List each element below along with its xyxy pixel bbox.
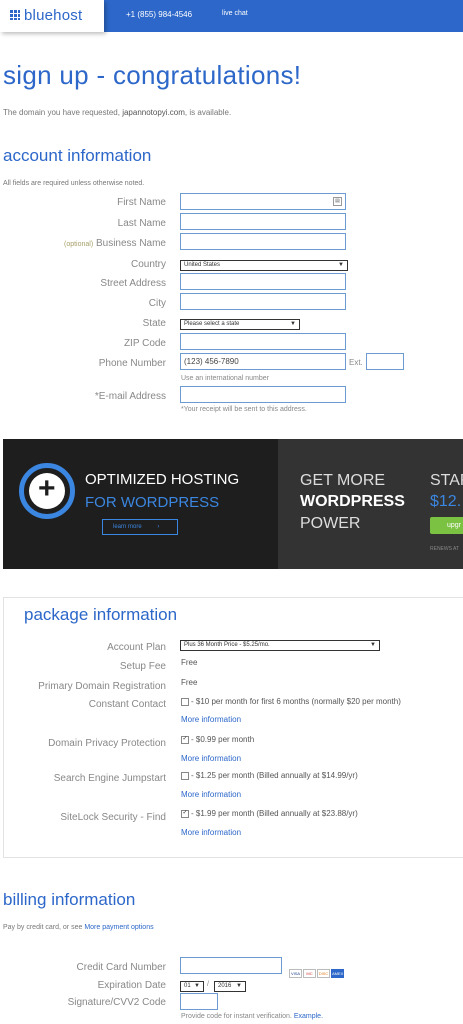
account-heading: account information bbox=[3, 146, 152, 165]
ext-input[interactable] bbox=[366, 353, 404, 370]
page-title: sign up - congratulations! bbox=[3, 60, 302, 90]
domain-privacy-option[interactable]: ✓ - $0.99 per month bbox=[181, 735, 254, 744]
live-chat-link[interactable]: live chat bbox=[222, 10, 248, 17]
expiration-label: Expiration Date bbox=[97, 980, 166, 991]
country-label: Country bbox=[130, 259, 166, 270]
banner-power: POWER bbox=[300, 515, 361, 532]
domain-name: japannotopyi.com bbox=[122, 108, 185, 117]
exp-separator: / bbox=[207, 981, 209, 988]
package-heading: package information bbox=[24, 605, 178, 624]
logo-text: bluehost bbox=[24, 7, 83, 24]
phone-input[interactable]: (123) 456-7890 bbox=[180, 353, 346, 370]
account-plan-label: Account Plan bbox=[107, 642, 166, 653]
last-name-input[interactable] bbox=[180, 213, 346, 230]
email-label: *E-mail Address bbox=[94, 391, 166, 402]
setup-fee-value: Free bbox=[181, 658, 198, 667]
card-logos: VISA MC DISC AMEX bbox=[289, 962, 347, 978]
ext-label: Ext. bbox=[349, 358, 363, 367]
checkbox-checked-icon: ✓ bbox=[181, 735, 189, 744]
intl-number-hint[interactable]: Use an international number bbox=[181, 375, 269, 382]
cvv-label: Signature/CVV2 Code bbox=[67, 997, 166, 1008]
learn-more-button[interactable]: learn more › bbox=[102, 519, 178, 535]
primary-domain-value: Free bbox=[181, 678, 198, 687]
checkbox-unchecked-icon bbox=[181, 771, 189, 780]
sitelock-option[interactable]: ✓ - $1.99 per month (Billed annually at $… bbox=[181, 809, 358, 818]
phone-number[interactable]: +1 (855) 984-4546 bbox=[126, 10, 192, 19]
dropdown-arrow-icon: ▼ bbox=[338, 262, 344, 268]
constant-contact-option[interactable]: - $10 per month for first 6 months (norm… bbox=[181, 697, 401, 706]
discover-icon: DISC bbox=[317, 969, 330, 978]
banner-wordpress: WORDPRESS bbox=[300, 493, 405, 510]
state-select[interactable]: Please select a state ▼ bbox=[180, 319, 300, 330]
upgrade-button[interactable]: upgr bbox=[430, 517, 463, 534]
setup-fee-label: Setup Fee bbox=[119, 661, 166, 672]
cvv-example-link[interactable]: Example. bbox=[294, 1013, 323, 1020]
sitelock-label: SiteLock Security - Find bbox=[60, 812, 166, 823]
autofill-icon: ▤ bbox=[333, 197, 342, 206]
constant-contact-label: Constant Contact bbox=[88, 699, 166, 710]
chevron-right-icon: › bbox=[157, 524, 160, 530]
street-input[interactable] bbox=[180, 273, 346, 290]
domain-privacy-label: Domain Privacy Protection bbox=[48, 738, 166, 749]
more-payment-options-link[interactable]: More payment options bbox=[84, 924, 153, 931]
zip-label: ZIP Code bbox=[123, 338, 166, 349]
dropdown-arrow-icon: ▼ bbox=[290, 321, 296, 327]
cvv-hint: Provide code for instant verification. E… bbox=[181, 1013, 324, 1020]
city-input[interactable] bbox=[180, 293, 346, 310]
country-select[interactable]: United States ▼ bbox=[180, 260, 348, 271]
checkbox-checked-icon: ✓ bbox=[181, 809, 189, 818]
amex-icon: AMEX bbox=[331, 969, 344, 978]
dropdown-arrow-icon: ▼ bbox=[194, 983, 200, 989]
mastercard-icon: MC bbox=[303, 969, 316, 978]
last-name-label: Last Name bbox=[117, 218, 166, 229]
top-bar: bluehost +1 (855) 984-4546 live chat bbox=[0, 0, 463, 32]
exp-month-select[interactable]: 01 ▼ bbox=[180, 981, 204, 992]
zip-input[interactable] bbox=[180, 333, 346, 350]
visa-icon: VISA bbox=[289, 969, 302, 978]
banner-start: STAR bbox=[430, 472, 463, 489]
grid-logo-icon bbox=[10, 10, 20, 20]
checkbox-unchecked-icon bbox=[181, 697, 189, 706]
first-name-label: First Name bbox=[117, 197, 166, 208]
search-engine-more-info[interactable]: More information bbox=[181, 790, 241, 799]
renews-text: RENEWS AT bbox=[430, 546, 460, 552]
phone-label: Phone Number bbox=[98, 358, 166, 369]
promo-banner[interactable]: + OPTIMIZED HOSTING FOR WORDPRESS learn … bbox=[3, 439, 463, 569]
dropdown-arrow-icon: ▼ bbox=[370, 642, 376, 648]
street-label: Street Address bbox=[100, 278, 166, 289]
domain-availability-text: The domain you have requested, japannoto… bbox=[3, 108, 232, 117]
banner-price: $12. bbox=[430, 493, 462, 510]
banner-title-line2: FOR WORDPRESS bbox=[85, 494, 220, 511]
billing-heading: billing information bbox=[3, 890, 136, 909]
logo[interactable]: bluehost bbox=[0, 0, 104, 32]
search-engine-option[interactable]: - $1.25 per month (Billed annually at $1… bbox=[181, 771, 358, 780]
cvv-input[interactable] bbox=[180, 993, 218, 1010]
domain-privacy-more-info[interactable]: More information bbox=[181, 754, 241, 763]
card-number-label: Credit Card Number bbox=[76, 962, 166, 973]
required-note: All fields are required unless otherwise… bbox=[3, 180, 145, 187]
city-label: City bbox=[148, 298, 166, 309]
dropdown-arrow-icon: ▼ bbox=[236, 983, 242, 989]
business-name-input[interactable] bbox=[180, 233, 346, 250]
account-plan-select[interactable]: Plus 36 Month Price - $5.25/mo. ▼ bbox=[180, 640, 380, 651]
banner-title-line1: OPTIMIZED HOSTING bbox=[85, 471, 240, 488]
exp-year-select[interactable]: 2016 ▼ bbox=[214, 981, 246, 992]
banner-get-more: GET MORE bbox=[300, 472, 386, 489]
state-label: State bbox=[142, 318, 166, 329]
card-number-input[interactable] bbox=[180, 957, 282, 974]
business-name-label: (optional) Business Name bbox=[64, 238, 166, 249]
pay-by-text: Pay by credit card, or see More payment … bbox=[3, 924, 154, 931]
email-hint: *Your receipt will be sent to this addre… bbox=[181, 406, 307, 413]
plus-icon: + bbox=[38, 472, 56, 505]
optional-tag: (optional) bbox=[64, 241, 94, 248]
primary-domain-label: Primary Domain Registration bbox=[38, 681, 166, 692]
first-name-input[interactable]: ▤ bbox=[180, 193, 346, 210]
constant-contact-more-info[interactable]: More information bbox=[181, 715, 241, 724]
email-input[interactable] bbox=[180, 386, 346, 403]
search-engine-label: Search Engine Jumpstart bbox=[53, 773, 166, 784]
sitelock-more-info[interactable]: More information bbox=[181, 828, 241, 837]
